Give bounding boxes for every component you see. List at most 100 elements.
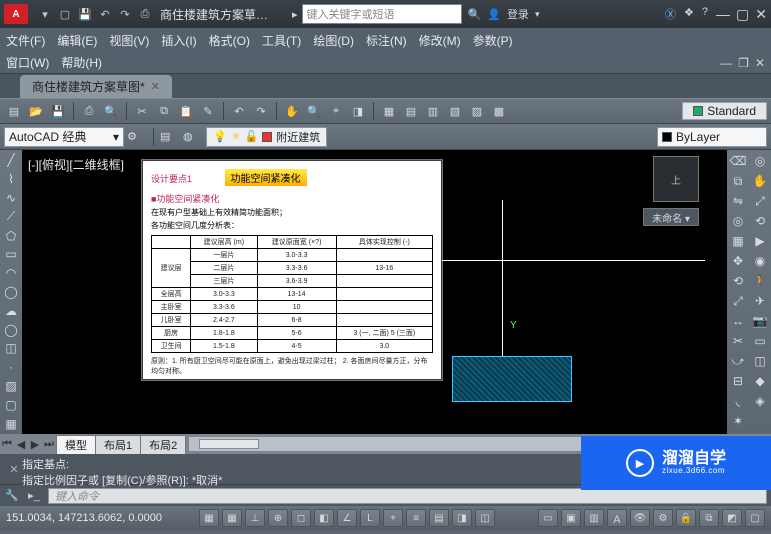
menu-draw[interactable]: 绘图(D) <box>313 32 354 49</box>
layer-props-icon[interactable]: ▤ <box>160 130 180 143</box>
xline-icon[interactable]: ⟋ <box>2 208 20 225</box>
help-icon[interactable]: ? <box>702 6 708 22</box>
tab-last-icon[interactable]: ⏭ <box>42 438 56 451</box>
move-icon[interactable]: ✥ <box>729 252 747 270</box>
qat-open-icon[interactable]: ▢ <box>56 5 74 23</box>
qat-undo-icon[interactable]: ↶ <box>96 5 114 23</box>
menu-insert[interactable]: 插入(I) <box>161 32 196 49</box>
pan-icon[interactable]: ✋ <box>282 101 302 121</box>
qat-save-icon[interactable]: 💾 <box>76 5 94 23</box>
spline-icon[interactable]: ∿ <box>2 190 20 207</box>
ssm-icon[interactable]: ▧ <box>445 101 465 121</box>
tab-prev-icon[interactable]: ◀ <box>14 438 28 451</box>
quick-view-drawings[interactable]: ▥ <box>584 509 604 527</box>
menu-edit[interactable]: 编辑(E) <box>57 32 97 49</box>
mat-icon[interactable]: ◈ <box>751 392 769 410</box>
help-search-input[interactable]: 键入关键字或短语 <box>302 4 462 24</box>
ws-switch-icon[interactable]: ⚙ <box>653 509 673 527</box>
document-tab[interactable]: 商住楼建筑方案草图* ✕ <box>20 75 172 98</box>
arc-icon[interactable]: ◠ <box>2 265 20 282</box>
offset-icon[interactable]: ◎ <box>729 212 747 230</box>
sc-toggle[interactable]: ◫ <box>475 509 495 527</box>
zoom-window-icon[interactable]: ⌖ <box>326 101 346 121</box>
pan2-icon[interactable]: ✋ <box>751 172 769 190</box>
minimize-button[interactable]: — <box>716 6 730 23</box>
zoom-prev-icon[interactable]: ◨ <box>348 101 368 121</box>
signin-icon[interactable]: 👤 <box>487 8 501 21</box>
revcloud-icon[interactable]: ☁ <box>2 302 20 319</box>
ole-embedded-image[interactable]: 设计要点1 功能空间紧凑化 ■功能空间紧凑化 在现有户型基础上有效精简功能面积；… <box>142 160 442 380</box>
model-viewport[interactable]: [-][俯视][二维线框] 上 未命名 ▾ 设计要点1 功能空间紧凑化 ■功能空… <box>22 150 749 434</box>
layer-dropdown[interactable]: 💡 ☀ 🔓 附近建筑 <box>206 127 327 147</box>
markup-icon[interactable]: ▨ <box>467 101 487 121</box>
snap-toggle[interactable]: ▦ <box>199 509 219 527</box>
grid-toggle[interactable]: ▦ <box>222 509 242 527</box>
save-icon[interactable]: 💾 <box>48 101 68 121</box>
tp-icon[interactable]: ▥ <box>423 101 443 121</box>
dyn-toggle[interactable]: + <box>383 509 403 527</box>
new-icon[interactable]: ▤ <box>4 101 24 121</box>
trim-icon[interactable]: ✂ <box>729 332 747 350</box>
exchange-icon[interactable]: Ⓧ <box>665 6 676 22</box>
qp-toggle[interactable]: ◨ <box>452 509 472 527</box>
walk-icon[interactable]: 🚶 <box>751 272 769 290</box>
tab-close-icon[interactable]: ✕ <box>151 80 160 93</box>
layout-tab-model[interactable]: 模型 <box>56 435 96 454</box>
tab-first-icon[interactable]: ⏮ <box>0 438 14 451</box>
annoscale-icon[interactable]: Ａ <box>607 509 627 527</box>
lwt-toggle[interactable]: ≡ <box>406 509 426 527</box>
fillet-icon[interactable]: ◟ <box>729 392 747 410</box>
camera-icon[interactable]: 📷 <box>751 312 769 330</box>
calc-icon[interactable]: ▩ <box>489 101 509 121</box>
viewcube[interactable]: 上 <box>653 156 699 202</box>
zoom-icon[interactable]: 🔍 <box>304 101 324 121</box>
cut-icon[interactable]: ✂ <box>132 101 152 121</box>
model-paper-toggle[interactable]: ▭ <box>538 509 558 527</box>
menu-format[interactable]: 格式(O) <box>209 32 250 49</box>
menu-file[interactable]: 文件(F) <box>6 32 45 49</box>
menu-window[interactable]: 窗口(W) <box>6 54 49 71</box>
circle-icon[interactable]: ◯ <box>2 284 20 301</box>
layer-states-icon[interactable]: ◍ <box>183 130 203 143</box>
view-icon[interactable]: ▭ <box>751 332 769 350</box>
qat-redo-icon[interactable]: ↷ <box>116 5 134 23</box>
ortho-toggle[interactable]: ⊥ <box>245 509 265 527</box>
ellipse-icon[interactable]: ◯ <box>2 321 20 338</box>
text-style-dropdown[interactable]: Standard <box>682 102 767 120</box>
orbit-icon[interactable]: ⟲ <box>751 212 769 230</box>
qat-print-icon[interactable]: ⎙ <box>136 5 154 23</box>
polar-toggle[interactable]: ⊕ <box>268 509 288 527</box>
scale-icon[interactable]: ⤢ <box>729 292 747 310</box>
quick-view-layouts[interactable]: ▣ <box>561 509 581 527</box>
render-icon[interactable]: ◆ <box>751 372 769 390</box>
visual-icon[interactable]: ◫ <box>751 352 769 370</box>
menu-tools[interactable]: 工具(T) <box>262 32 301 49</box>
menu-help[interactable]: 帮助(H) <box>61 54 102 71</box>
ucs-unnamed-button[interactable]: 未命名 ▾ <box>643 208 699 226</box>
open-icon[interactable]: 📂 <box>26 101 46 121</box>
signin-dropdown-icon[interactable]: ▾ <box>535 9 540 20</box>
array-icon[interactable]: ▦ <box>729 232 747 250</box>
a360-icon[interactable]: ❖ <box>684 6 694 22</box>
polyline-icon[interactable]: ⌇ <box>2 171 20 188</box>
extend-icon[interactable]: ⤻ <box>729 352 747 370</box>
rotate-icon[interactable]: ⟲ <box>729 272 747 290</box>
workspace-settings-icon[interactable]: ⚙ <box>127 130 147 143</box>
3dorbit-icon[interactable]: ◉ <box>751 252 769 270</box>
annovis-icon[interactable]: 👁 <box>630 509 650 527</box>
polygon-icon[interactable]: ⬠ <box>2 227 20 244</box>
qat-new-icon[interactable]: ▾ <box>36 5 54 23</box>
properties-icon[interactable]: ▦ <box>379 101 399 121</box>
mdi-close-button[interactable]: ✕ <box>755 56 765 70</box>
mdi-minimize-button[interactable]: — <box>720 56 732 70</box>
menu-dim[interactable]: 标注(N) <box>366 32 407 49</box>
plot-icon[interactable]: ⎙ <box>79 101 99 121</box>
mirror-icon[interactable]: ⇋ <box>729 192 747 210</box>
osnap-toggle[interactable]: ◻ <box>291 509 311 527</box>
viewport-label[interactable]: [-][俯视][二维线框] <box>28 156 124 173</box>
linetype-dropdown[interactable]: ByLayer <box>657 127 767 147</box>
tpy-toggle[interactable]: ▤ <box>429 509 449 527</box>
table-icon[interactable]: ▦ <box>2 415 20 432</box>
search-icon[interactable]: 🔍 <box>468 8 482 21</box>
workspace-dropdown[interactable]: AutoCAD 经典 ▾ <box>4 127 124 147</box>
